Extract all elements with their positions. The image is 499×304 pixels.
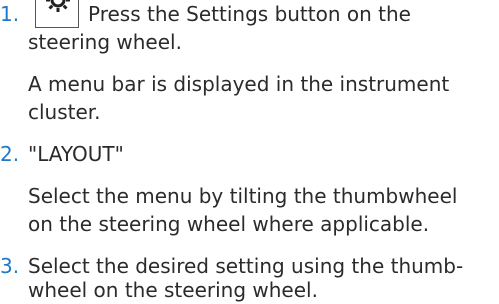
step-number: 2. bbox=[0, 142, 20, 166]
step-1-result-line: A menu bar is displayed in the instrumen… bbox=[28, 72, 450, 96]
step-1-result-line: cluster. bbox=[28, 100, 101, 124]
instruction-steps: 1. Press the Settings button on the stee… bbox=[0, 0, 499, 302]
step-3-action-line: wheel on the steering wheel. bbox=[28, 278, 318, 302]
step-1-action-text: Press the Settings button on the bbox=[88, 2, 411, 26]
step-2-result-line: Select the menu by tilting the thumbwhee… bbox=[28, 184, 458, 208]
step-2-result-line: on the steering wheel where applicable. bbox=[28, 212, 430, 236]
step-number: 1. bbox=[0, 2, 20, 26]
steering-settings-button-icon bbox=[35, 0, 79, 28]
step-1-action-text-cont: steering wheel. bbox=[28, 30, 182, 54]
step-2-action-text: "LAYOUT" bbox=[28, 142, 124, 166]
step-number: 3. bbox=[0, 254, 20, 278]
